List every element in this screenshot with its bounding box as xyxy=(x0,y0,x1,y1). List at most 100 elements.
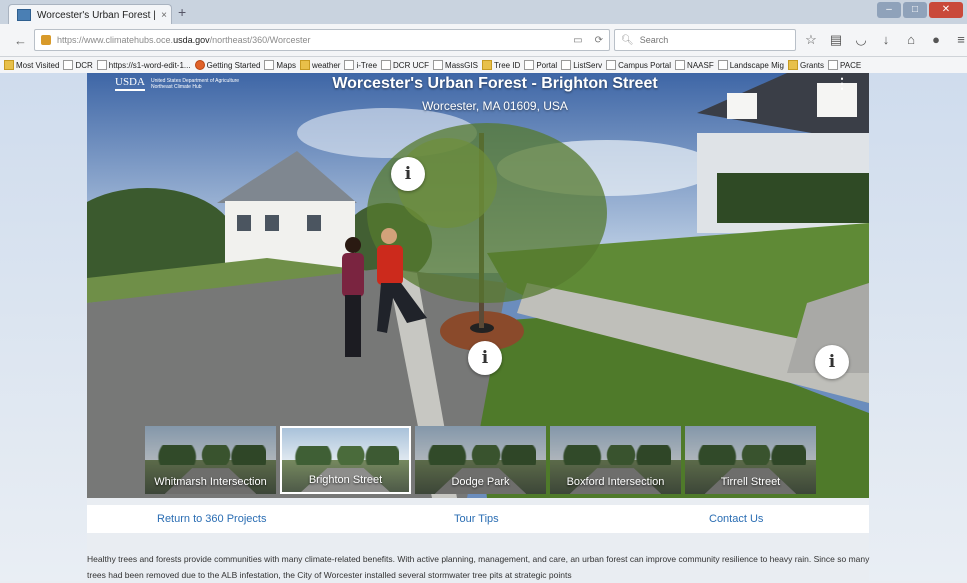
pocket-icon[interactable]: ◡ xyxy=(850,32,872,48)
info-hotspot-icon[interactable]: i xyxy=(468,341,502,375)
scene-thumbnail[interactable]: Boxford Intersection xyxy=(550,426,681,494)
page-icon xyxy=(344,60,355,70)
scene-thumbnail[interactable]: Whitmarsh Intersection xyxy=(145,426,276,494)
scene-thumbnail[interactable]: Brighton Street xyxy=(280,426,411,494)
footer-link-bar: Return to 360 Projects Tour Tips Contact… xyxy=(87,505,869,533)
window-controls: – □ ✕ xyxy=(875,2,963,18)
browser-navbar: ← https://www.climatehubs.oce.usda.gov/n… xyxy=(0,24,967,57)
bookmark-item[interactable]: Maps xyxy=(264,60,296,70)
page-icon xyxy=(433,60,444,70)
page-icon xyxy=(717,60,728,70)
bookmark-item[interactable]: Most Visited xyxy=(4,60,59,70)
more-options-icon[interactable]: ⋮ xyxy=(835,75,849,92)
scene-thumbnail-label: Brighton Street xyxy=(308,474,383,486)
bookmark-label: Landscape Mig xyxy=(729,60,784,70)
address-bar[interactable]: https://www.climatehubs.oce.usda.gov/nor… xyxy=(34,29,610,51)
reader-view-icon[interactable]: ▭ xyxy=(573,35,582,46)
bookmark-item[interactable]: MassGIS xyxy=(433,60,478,70)
bookmark-star-icon[interactable]: ☆ xyxy=(800,32,822,48)
site-identity-icon[interactable] xyxy=(41,35,51,45)
bookmark-item[interactable]: Landscape Mig xyxy=(717,60,784,70)
browser-titlebar: Worcester's Urban Forest | ... × + – □ ✕ xyxy=(0,0,967,25)
bookmark-item[interactable]: ListServ xyxy=(561,60,602,70)
bookmark-label: https://s1-word-edit-1... xyxy=(108,60,191,70)
bookmarks-bar: Most Visited DCR https://s1-word-edit-1...… xyxy=(0,57,967,74)
folder-icon xyxy=(787,60,798,70)
bookmark-label: Most Visited xyxy=(16,60,60,70)
page-icon xyxy=(96,60,107,70)
bookmark-label: DCR UCF xyxy=(393,60,430,70)
info-hotspot-icon[interactable]: i xyxy=(391,157,425,191)
search-icon: 🔍︎ xyxy=(621,34,634,46)
page-icon xyxy=(264,60,275,70)
contact-us-link[interactable]: Contact Us xyxy=(709,513,763,525)
page-icon xyxy=(606,60,617,70)
bookmark-item[interactable]: PACE xyxy=(828,60,861,70)
toolbar-icons: ☆ ▤ ◡ ↓ ⌂ ● ≡ xyxy=(800,32,967,48)
download-icon[interactable]: ↓ xyxy=(875,32,897,48)
panorama-viewer[interactable]: USDA United States Department of Agricul… xyxy=(87,73,869,498)
bookmark-item[interactable]: Portal xyxy=(524,60,557,70)
scene-thumbnail-label: Dodge Park xyxy=(451,476,510,488)
scene-thumbnail-label: Whitmarsh Intersection xyxy=(154,476,267,488)
minimize-button[interactable]: – xyxy=(877,2,901,18)
intro-paragraph: Healthy trees and forests provide commun… xyxy=(87,554,870,580)
page-icon xyxy=(828,60,838,70)
bookmark-item[interactable]: Getting Started xyxy=(194,60,261,70)
bookmark-item[interactable]: Campus Portal xyxy=(606,60,671,70)
bookmark-label: Campus Portal xyxy=(618,60,672,70)
bookmark-label: DCR xyxy=(75,60,93,70)
page-icon xyxy=(561,60,572,70)
scene-address: Worcester, MA 01609, USA xyxy=(422,99,568,113)
page-icon xyxy=(63,60,74,70)
bookmark-item[interactable]: DCR xyxy=(63,60,93,70)
search-input[interactable] xyxy=(637,34,782,46)
bookmark-label: Maps xyxy=(276,60,296,70)
maximize-button[interactable]: □ xyxy=(903,2,927,18)
search-box[interactable]: 🔍︎ xyxy=(614,29,796,51)
firefox-icon xyxy=(194,60,205,70)
url-text: https://www.climatehubs.oce.usda.gov/nor… xyxy=(57,35,311,45)
folder-icon xyxy=(481,60,492,70)
bookmark-label: NAASF xyxy=(687,60,714,70)
hamburger-menu-icon[interactable]: ≡ xyxy=(950,32,967,48)
tour-tips-link[interactable]: Tour Tips xyxy=(454,513,499,525)
bookmark-label: Getting Started xyxy=(206,60,261,70)
page-background-right xyxy=(869,73,967,581)
scene-thumbnail[interactable]: Dodge Park xyxy=(415,426,546,494)
bookmark-item[interactable]: Tree ID xyxy=(481,60,521,70)
scene-thumbnail[interactable]: Tirrell Street xyxy=(685,426,816,494)
page-icon xyxy=(524,60,535,70)
bookmark-label: MassGIS xyxy=(445,60,478,70)
tab-title: Worcester's Urban Forest | ... xyxy=(37,9,157,21)
bookmarks-menu-icon[interactable]: ▤ xyxy=(825,32,847,48)
bookmark-label: Tree ID xyxy=(493,60,521,70)
reload-icon[interactable]: ⟳ xyxy=(595,35,603,46)
bookmark-label: weather xyxy=(311,60,341,70)
close-window-button[interactable]: ✕ xyxy=(929,2,963,18)
browser-tab[interactable]: Worcester's Urban Forest | ... × xyxy=(8,4,172,25)
bookmark-item[interactable]: i-Tree xyxy=(344,60,377,70)
new-tab-button[interactable]: + xyxy=(178,4,186,20)
page-icon xyxy=(675,60,686,70)
bookmark-item[interactable]: NAASF xyxy=(675,60,714,70)
back-arrow-icon[interactable]: ← xyxy=(14,33,27,48)
home-icon[interactable]: ⌂ xyxy=(900,32,922,48)
bookmark-item[interactable]: https://s1-word-edit-1... xyxy=(96,60,191,70)
info-hotspot-icon[interactable]: i xyxy=(815,345,849,379)
folder-icon xyxy=(299,60,310,70)
usda-logo[interactable]: USDA United States Department of Agricul… xyxy=(115,76,239,91)
scene-thumbnail-label: Tirrell Street xyxy=(720,476,781,488)
scene-title: Worcester's Urban Forest - Brighton Stre… xyxy=(332,75,658,92)
page-icon xyxy=(381,60,392,70)
chat-icon[interactable]: ● xyxy=(925,32,947,48)
bookmark-label: Portal xyxy=(536,60,558,70)
folder-icon xyxy=(4,60,14,70)
bookmark-item[interactable]: Grants xyxy=(787,60,824,70)
bookmark-item[interactable]: DCR UCF xyxy=(381,60,429,70)
return-to-projects-link[interactable]: Return to 360 Projects xyxy=(157,513,266,525)
bookmark-label: PACE xyxy=(840,60,862,70)
tab-close-icon[interactable]: × xyxy=(157,10,171,21)
bookmark-item[interactable]: weather xyxy=(299,60,341,70)
bookmark-label: i-Tree xyxy=(356,60,378,70)
